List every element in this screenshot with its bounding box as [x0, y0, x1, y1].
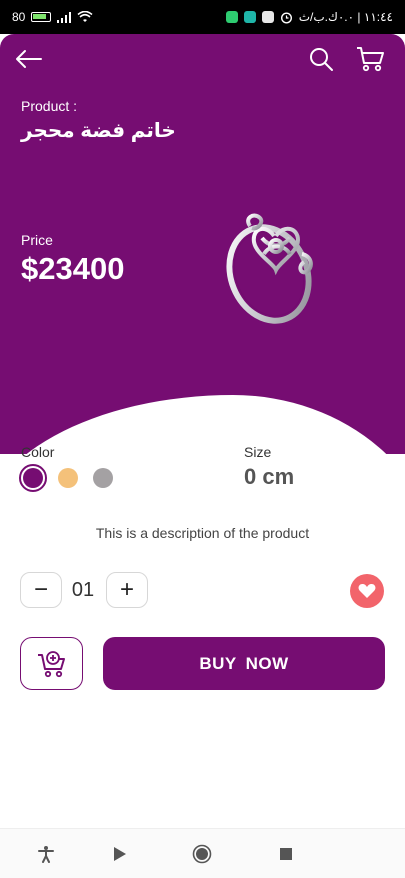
heart-icon: [358, 583, 376, 598]
search-icon: [310, 48, 333, 71]
battery-level: 80: [12, 10, 26, 24]
notification-icon: [261, 11, 274, 23]
vpn-icon: [243, 11, 256, 23]
status-time: ١١:٤٤ | ٠.٠ك.ب/ث: [298, 10, 393, 24]
price-label: Price: [21, 232, 53, 248]
increase-quantity-button[interactable]: +: [106, 572, 148, 608]
back-button[interactable]: [12, 44, 46, 74]
signal-icon: [57, 11, 72, 23]
alarm-icon: [280, 11, 292, 24]
size-label: Size: [244, 444, 272, 460]
record-icon: [192, 844, 212, 864]
stop-icon: [280, 848, 292, 860]
favorite-button[interactable]: [350, 574, 384, 608]
buy-now-button[interactable]: BUY NOW: [103, 637, 385, 690]
color-swatch-gray[interactable]: [93, 468, 113, 488]
recents-button[interactable]: [275, 843, 297, 865]
product-hero: [0, 34, 405, 454]
play-icon: [114, 847, 126, 861]
status-bar: 80 ١١:٤٤ | ٠.٠ك.ب/ث: [0, 0, 405, 34]
quantity-value: 01: [71, 579, 95, 601]
price-value: $23400: [21, 251, 125, 286]
add-to-cart-button[interactable]: [20, 637, 83, 690]
play-button[interactable]: [109, 843, 131, 865]
hero-curve: [0, 395, 405, 454]
status-right: ١١:٤٤ | ٠.٠ك.ب/ث: [225, 10, 393, 24]
status-left: 80: [12, 10, 93, 24]
product-description: This is a description of the product: [95, 525, 310, 541]
color-swatch-purple[interactable]: [19, 464, 47, 492]
size-value: 0 cm: [244, 464, 295, 489]
decrease-quantity-button[interactable]: −: [20, 572, 62, 608]
product-label: Product :: [21, 98, 78, 114]
wifi-icon: [77, 11, 93, 22]
arrow-left-icon: [16, 50, 42, 68]
system-navigation-bar: [0, 828, 405, 878]
search-button[interactable]: [304, 44, 338, 74]
color-label: Color: [21, 444, 55, 460]
color-swatch-peach[interactable]: [58, 468, 78, 488]
product-name: خاتم فضة محجر: [21, 120, 176, 142]
accessibility-button[interactable]: [35, 843, 57, 865]
home-button[interactable]: [191, 843, 213, 865]
product-image: [226, 213, 313, 324]
accessibility-icon: [38, 846, 54, 863]
battery-icon: [31, 12, 52, 22]
cart-button[interactable]: [353, 44, 387, 74]
add-to-cart-icon: [37, 650, 65, 677]
shopping-cart-icon: [357, 47, 384, 72]
whatsapp-icon: [225, 11, 238, 23]
